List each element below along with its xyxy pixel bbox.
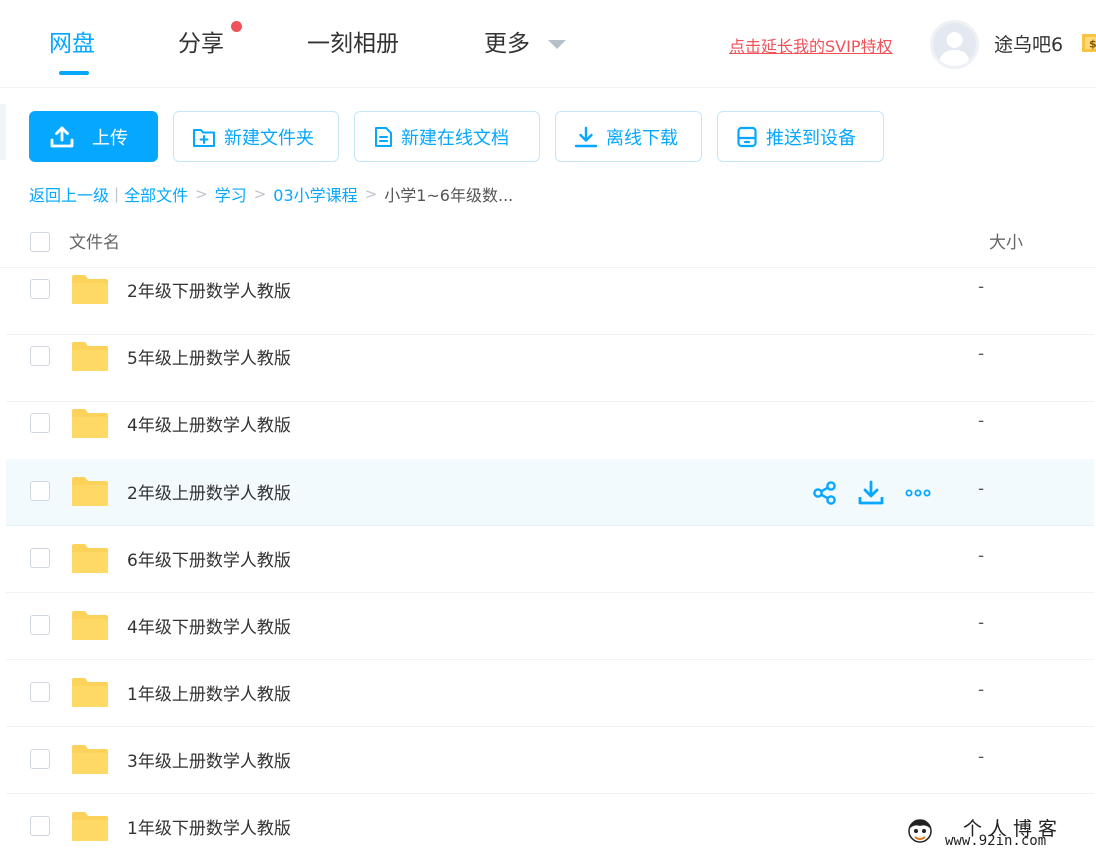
table-row[interactable]: 2年级下册数学人教版 - (6, 268, 1094, 335)
row-checkbox[interactable] (30, 682, 50, 702)
push-to-device-label: 推送到设备 (766, 127, 856, 149)
row-checkbox[interactable] (30, 481, 50, 501)
folder-icon (72, 745, 108, 774)
row-checkbox[interactable] (30, 548, 50, 568)
new-online-doc-button[interactable]: 新建在线文档 (354, 111, 540, 162)
select-all-checkbox[interactable] (30, 232, 50, 252)
new-folder-label: 新建文件夹 (224, 127, 314, 149)
file-size: - (978, 747, 985, 767)
file-name[interactable]: 1年级下册数学人教版 (127, 814, 291, 839)
row-checkbox[interactable] (30, 615, 50, 635)
table-row[interactable]: 6年级下册数学人教版 - (6, 526, 1094, 593)
table-row[interactable]: 1年级上册数学人教版 - (6, 660, 1094, 727)
folder-icon (72, 477, 108, 506)
file-size: - (978, 613, 985, 633)
sidebar-edge (0, 104, 6, 160)
column-header-size[interactable]: 大小 (989, 228, 1023, 253)
folder-icon (72, 342, 108, 371)
device-icon (737, 126, 757, 147)
upload-button[interactable]: 上传 (29, 111, 158, 162)
watermark-url: www.92in.com (945, 833, 1047, 849)
file-size: - (978, 479, 985, 499)
breadcrumb: 返回上一级 | 全部文件 > 学习 > 03小学课程 > 小学1~6年级数... (29, 182, 513, 206)
row-actions (812, 480, 932, 506)
table-row[interactable]: 3年级上册数学人教版 - (6, 727, 1094, 794)
top-nav: 网盘 分享 一刻相册 更多 点击延长我的SVIP特权 途乌吧6 $ (0, 0, 1096, 88)
tab-netdisk[interactable]: 网盘 (49, 26, 95, 66)
chevron-down-icon[interactable] (548, 40, 566, 49)
breadcrumb-primary-courses[interactable]: 03小学课程 (273, 182, 357, 206)
file-size: - (978, 344, 985, 364)
table-row[interactable]: 5年级上册数学人教版 - (6, 335, 1094, 402)
watermark: 个人博客 www.92in.com (905, 814, 1085, 852)
row-checkbox[interactable] (30, 279, 50, 299)
folder-icon (72, 544, 108, 573)
row-checkbox[interactable] (30, 413, 50, 433)
download-icon (574, 126, 598, 147)
file-name[interactable]: 5年级上册数学人教版 (127, 344, 291, 369)
user-avatar-icon (939, 32, 970, 66)
file-name[interactable]: 1年级上册数学人教版 (127, 680, 291, 705)
table-row[interactable]: 4年级下册数学人教版 - (6, 593, 1094, 660)
folder-icon (72, 409, 108, 438)
mascot-logo-icon (908, 819, 932, 843)
file-name[interactable]: 2年级下册数学人教版 (127, 277, 291, 302)
file-name[interactable]: 4年级上册数学人教版 (127, 411, 291, 436)
active-tab-indicator (59, 71, 89, 75)
download-icon[interactable] (858, 480, 884, 506)
breadcrumb-all-files[interactable]: 全部文件 (124, 182, 188, 206)
new-online-doc-label: 新建在线文档 (401, 127, 509, 149)
new-folder-icon (193, 128, 215, 147)
folder-icon (72, 812, 108, 841)
table-row[interactable]: 2年级上册数学人教版 - (6, 459, 1094, 526)
username[interactable]: 途乌吧6 (994, 30, 1063, 57)
row-checkbox[interactable] (30, 346, 50, 366)
avatar[interactable] (930, 20, 979, 69)
file-name[interactable]: 2年级上册数学人教版 (127, 479, 291, 504)
breadcrumb-back[interactable]: 返回上一级 (29, 182, 109, 206)
file-name[interactable]: 4年级下册数学人教版 (127, 613, 291, 638)
folder-icon (72, 275, 108, 304)
offline-download-button[interactable]: 离线下载 (555, 111, 702, 162)
breadcrumb-divider: | (114, 185, 120, 203)
offline-download-label: 离线下载 (606, 127, 678, 149)
row-checkbox[interactable] (30, 816, 50, 836)
tab-album[interactable]: 一刻相册 (307, 26, 399, 66)
svg-text:$: $ (1089, 38, 1096, 51)
file-size: - (978, 411, 985, 431)
file-list-header: 文件名 大小 (0, 222, 1096, 268)
row-checkbox[interactable] (30, 749, 50, 769)
more-icon[interactable] (904, 480, 932, 506)
breadcrumb-sep: > (195, 185, 208, 203)
folder-icon (72, 678, 108, 707)
file-size: - (978, 546, 985, 566)
breadcrumb-study[interactable]: 学习 (215, 182, 247, 206)
notification-dot (231, 21, 242, 32)
breadcrumb-sep: > (364, 185, 378, 203)
svip-renew-link[interactable]: 点击延长我的SVIP特权 (729, 33, 892, 57)
tab-share[interactable]: 分享 (178, 26, 224, 66)
file-name[interactable]: 6年级下册数学人教版 (127, 546, 291, 571)
breadcrumb-sep: > (253, 185, 267, 203)
file-name[interactable]: 3年级上册数学人教版 (127, 747, 291, 772)
share-icon[interactable] (812, 480, 838, 506)
breadcrumb-current: 小学1~6年级数... (384, 186, 514, 205)
column-header-name[interactable]: 文件名 (69, 228, 120, 253)
document-icon (375, 126, 392, 147)
file-size: - (978, 277, 985, 297)
vip-badge-icon[interactable]: $ (1078, 30, 1096, 56)
push-to-device-button[interactable]: 推送到设备 (717, 111, 884, 162)
upload-icon (50, 126, 74, 147)
folder-icon (72, 611, 108, 640)
tab-more[interactable]: 更多 (484, 26, 530, 66)
upload-label: 上传 (92, 127, 128, 149)
file-size: - (978, 680, 985, 700)
new-folder-button[interactable]: 新建文件夹 (173, 111, 339, 162)
